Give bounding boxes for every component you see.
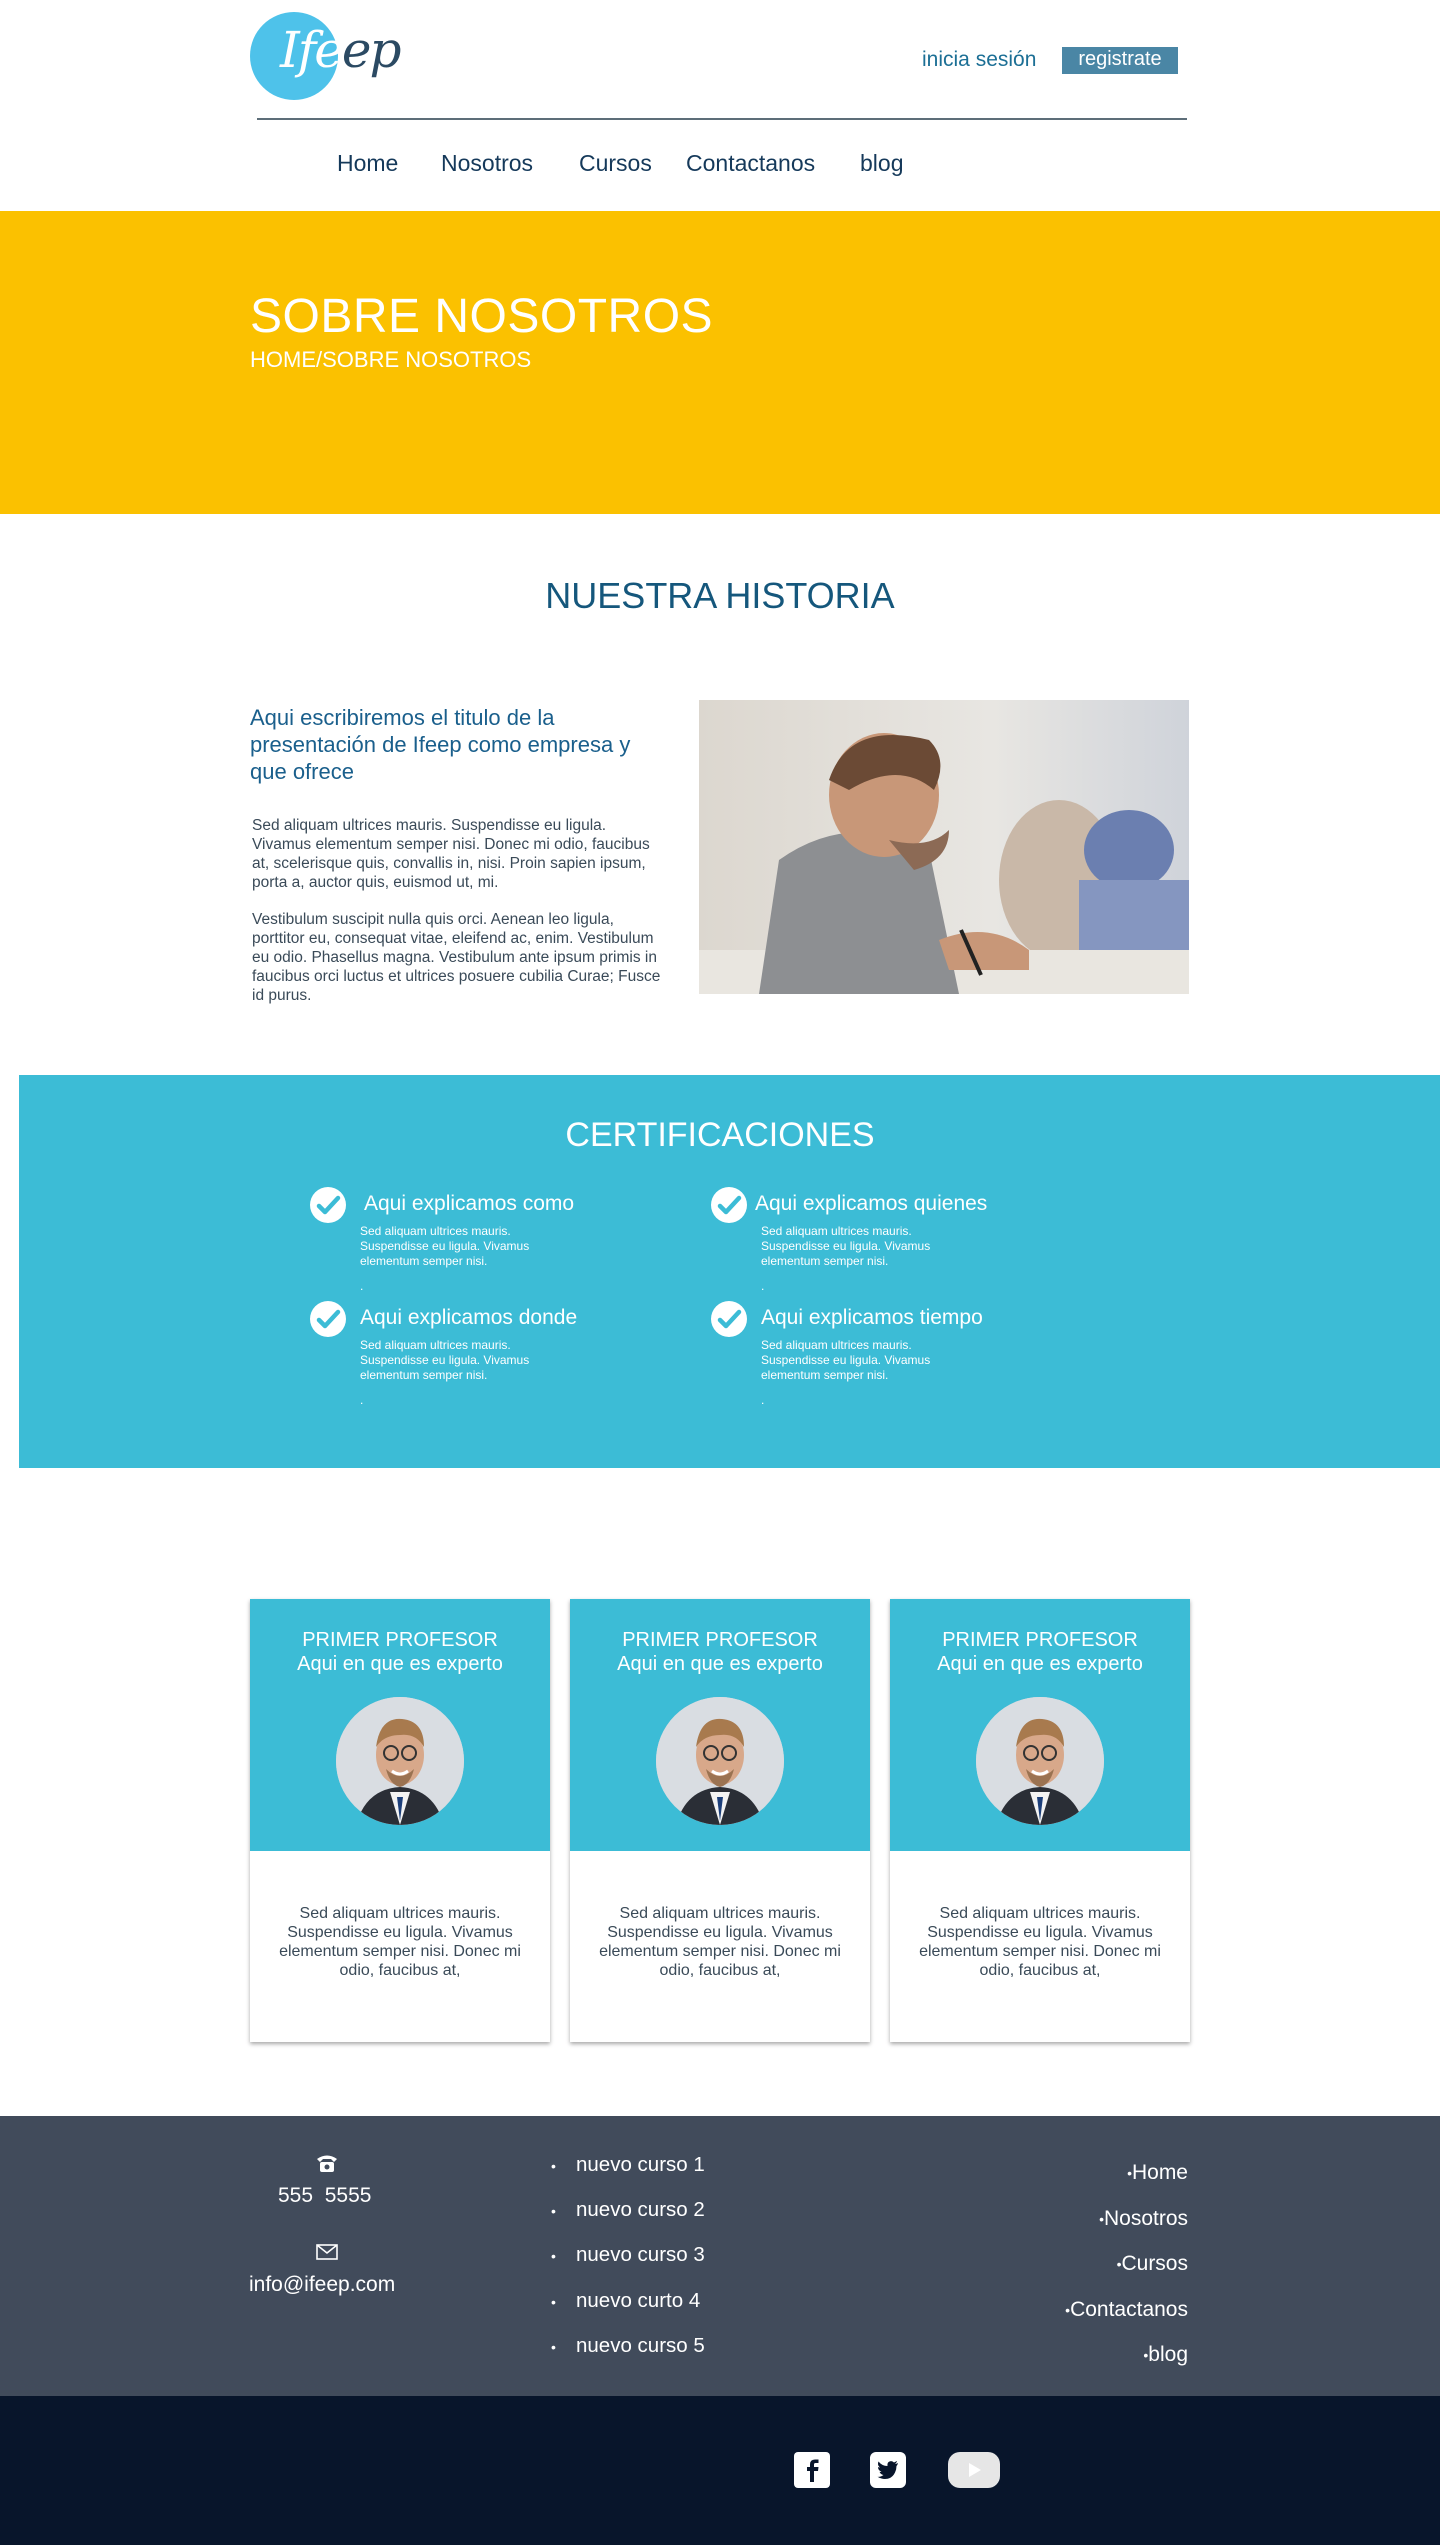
cert-heading: Aqui explicamos quienes	[755, 1192, 988, 1215]
teacher-role: Aqui en que es experto	[937, 1653, 1143, 1675]
cert-item: Aqui explicamos tiempo Sed aliquam ultri…	[711, 1301, 1071, 1411]
certifications-section: CERTIFICACIONES Aqui explicamos como Sed…	[19, 1075, 1440, 1468]
history-paragraph: Vestibulum suscipit nulla quis orci. Aen…	[252, 911, 661, 1004]
teacher-card[interactable]: PRIMER PROFESOR Aqui en que es experto S…	[570, 1599, 870, 2042]
footer-course-link[interactable]: nuevo curso 3	[551, 2243, 705, 2267]
students-photo	[699, 700, 1189, 994]
teacher-card-header: PRIMER PROFESOR Aqui en que es experto	[570, 1599, 870, 1851]
teacher-name: PRIMER PROFESOR	[622, 1629, 818, 1651]
teacher-avatar	[656, 1697, 784, 1825]
cert-heading: Aqui explicamos donde	[360, 1306, 578, 1329]
page-title: SOBRE NOSOTROS	[250, 290, 714, 343]
check-icon	[711, 1301, 747, 1337]
certifications-title: CERTIFICACIONES	[565, 1116, 875, 1154]
nav-nosotros[interactable]: Nosotros	[441, 150, 533, 177]
teacher-card[interactable]: PRIMER PROFESOR Aqui en que es experto S…	[250, 1599, 550, 2042]
youtube-icon[interactable]	[948, 2452, 1000, 2493]
check-icon	[310, 1301, 346, 1337]
check-icon	[310, 1187, 346, 1223]
cert-dot: .	[761, 1279, 765, 1293]
teacher-description: Sed aliquam ultrices mauris. Suspendisse…	[279, 1905, 521, 1979]
nav-cursos[interactable]: Cursos	[579, 150, 652, 177]
cert-heading: Aqui explicamos como	[364, 1192, 575, 1215]
hero-banner: SOBRE NOSOTROS HOME/SOBRE NOSOTROS	[0, 211, 1440, 514]
phone-icon	[315, 2152, 339, 2174]
history-subtitle: Aqui escribiremos el titulo de la presen…	[250, 705, 631, 784]
footer-course-link[interactable]: nuevo curso 1	[551, 2153, 705, 2177]
footer-nav-home[interactable]: Home	[1107, 2161, 1188, 2185]
teacher-card-header: PRIMER PROFESOR Aqui en que es experto	[890, 1599, 1190, 1851]
cert-heading: Aqui explicamos tiempo	[761, 1306, 983, 1329]
cert-dot: .	[360, 1393, 364, 1407]
ifeep-logo[interactable]: Ifeep	[250, 12, 401, 102]
footer-course-link[interactable]: nuevo curso 2	[551, 2198, 705, 2222]
cert-dot: .	[761, 1393, 765, 1407]
teacher-card[interactable]: PRIMER PROFESOR Aqui en que es experto S…	[890, 1599, 1190, 2042]
footer-nav-cursos[interactable]: Cursos	[1096, 2252, 1188, 2276]
footer-nav-nosotros[interactable]: Nosotros	[1079, 2207, 1188, 2231]
teacher-description: Sed aliquam ultrices mauris. Suspendisse…	[599, 1905, 841, 1979]
login-link[interactable]: inicia sesión	[922, 48, 1036, 72]
mail-icon	[316, 2244, 338, 2260]
header-divider	[257, 118, 1187, 120]
check-icon	[711, 1187, 747, 1223]
cert-body: Sed aliquam ultrices mauris. Suspendisse…	[360, 1224, 530, 1268]
nav-contactanos[interactable]: Contactanos	[686, 150, 815, 177]
twitter-icon[interactable]	[870, 2452, 906, 2493]
footer-course-link[interactable]: nuevo curso 5	[551, 2334, 705, 2358]
contact-phone[interactable]: 555 5555	[278, 2184, 371, 2208]
main-nav: Home Nosotros Cursos Contactanos blog	[0, 150, 1440, 190]
teacher-name: PRIMER PROFESOR	[302, 1629, 498, 1651]
nav-home[interactable]: Home	[337, 150, 398, 177]
nav-blog[interactable]: blog	[860, 150, 903, 177]
facebook-icon[interactable]	[794, 2452, 830, 2493]
footer-course-link[interactable]: nuevo curto 4	[551, 2289, 700, 2313]
cert-item: Aqui explicamos quienes Sed aliquam ultr…	[711, 1187, 1071, 1297]
register-button[interactable]: registrate	[1062, 47, 1178, 74]
teacher-role: Aqui en que es experto	[297, 1653, 503, 1675]
history-paragraph: Sed aliquam ultrices mauris. Suspendisse…	[252, 817, 650, 891]
teacher-avatar	[336, 1697, 464, 1825]
site-footer: 555 5555 info@ifeep.com nuevo curso 1 nu…	[0, 2116, 1440, 2396]
footer-nav-contactanos[interactable]: Contactanos	[1045, 2298, 1188, 2322]
footer-nav-blog[interactable]: blog	[1123, 2343, 1188, 2367]
teacher-description: Sed aliquam ultrices mauris. Suspendisse…	[919, 1905, 1161, 1979]
breadcrumb[interactable]: HOME/SOBRE NOSOTROS	[250, 347, 531, 373]
teacher-avatar	[976, 1697, 1104, 1825]
logo-wordmark: Ifeep	[280, 21, 401, 79]
site-header: Ifeep inicia sesión registrate Home Noso…	[0, 0, 1440, 210]
cert-body: Sed aliquam ultrices mauris. Suspendisse…	[761, 1338, 931, 1382]
contact-email[interactable]: info@ifeep.com	[249, 2273, 395, 2297]
cert-body: Sed aliquam ultrices mauris. Suspendisse…	[761, 1224, 931, 1268]
teacher-role: Aqui en que es experto	[617, 1653, 823, 1675]
teacher-name: PRIMER PROFESOR	[942, 1629, 1138, 1651]
cert-item: Aqui explicamos como Sed aliquam ultrice…	[310, 1187, 670, 1297]
cert-dot: .	[360, 1279, 364, 1293]
cert-body: Sed aliquam ultrices mauris. Suspendisse…	[360, 1338, 530, 1382]
cert-item: Aqui explicamos donde Sed aliquam ultric…	[310, 1301, 670, 1411]
history-title: NUESTRA HISTORIA	[545, 575, 895, 616]
social-bar	[0, 2396, 1440, 2545]
teacher-card-header: PRIMER PROFESOR Aqui en que es experto	[250, 1599, 550, 1851]
